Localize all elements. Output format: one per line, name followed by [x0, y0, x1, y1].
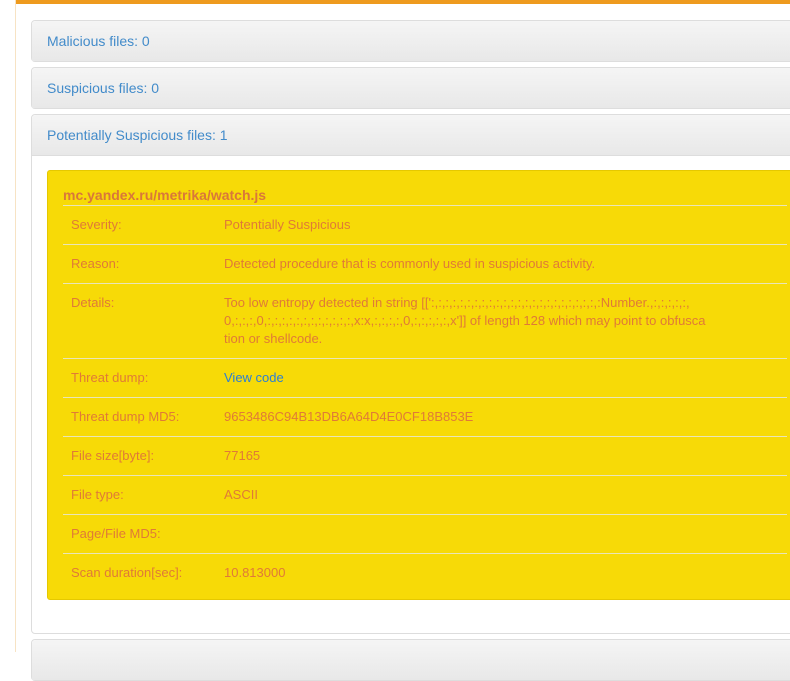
- row-label: File type:: [63, 475, 216, 515]
- panel-malicious-header[interactable]: Malicious files: 0: [32, 21, 790, 61]
- row-label: Severity:: [63, 205, 216, 245]
- view-code-link[interactable]: View code: [224, 370, 284, 385]
- table-row: File size[byte]: 77165: [63, 436, 787, 476]
- row-label: Threat dump:: [63, 358, 216, 398]
- top-accent-bar: [16, 0, 790, 4]
- panel-potential-header[interactable]: Potentially Suspicious files: 1: [32, 115, 790, 156]
- panel-suspicious[interactable]: Suspicious files: 0: [31, 67, 790, 109]
- row-value: ASCII: [216, 475, 787, 515]
- row-value: 9653486C94B13DB6A64D4E0CF18B853E: [216, 397, 787, 437]
- table-row: Scan duration[sec]: 10.813000: [63, 553, 787, 592]
- panel-next[interactable]: [31, 639, 790, 681]
- table-row: Threat dump MD5: 9653486C94B13DB6A64D4E0C…: [63, 397, 787, 437]
- row-value: Potentially Suspicious: [216, 205, 787, 245]
- table-row: Threat dump: View code: [63, 358, 787, 398]
- row-label: Threat dump MD5:: [63, 397, 216, 437]
- panel-next-header[interactable]: [32, 640, 790, 680]
- row-value: Too low entropy detected in string [[':,…: [216, 283, 787, 359]
- table-row: Severity: Potentially Suspicious: [63, 205, 787, 245]
- row-label: Page/File MD5:: [63, 514, 216, 554]
- row-label: Details:: [63, 283, 216, 359]
- row-label: File size[byte]:: [63, 436, 216, 476]
- file-title: mc.yandex.ru/metrika/watch.js: [63, 187, 267, 203]
- row-value: [216, 514, 787, 554]
- table-row: Reason: Detected procedure that is common…: [63, 244, 787, 284]
- panel-potentially-suspicious: Potentially Suspicious files: 1 mc.yande…: [31, 114, 790, 634]
- file-result-card: mc.yandex.ru/metrika/watch.js Severity: P…: [47, 170, 790, 600]
- row-label: Reason:: [63, 244, 216, 284]
- row-value: 77165: [216, 436, 787, 476]
- page-border: [15, 0, 16, 652]
- panel-malicious[interactable]: Malicious files: 0: [31, 20, 790, 62]
- table-row: Page/File MD5:: [63, 514, 787, 554]
- table-row: Details: Too low entropy detected in stri…: [63, 283, 787, 359]
- panel-suspicious-header[interactable]: Suspicious files: 0: [32, 68, 790, 108]
- table-row: File type: ASCII: [63, 475, 787, 515]
- row-label: Scan duration[sec]:: [63, 553, 216, 592]
- file-details-table: Severity: Potentially Suspicious Reason: D…: [63, 205, 787, 592]
- row-value: Detected procedure that is commonly used…: [216, 244, 787, 284]
- row-value: 10.813000: [216, 553, 787, 592]
